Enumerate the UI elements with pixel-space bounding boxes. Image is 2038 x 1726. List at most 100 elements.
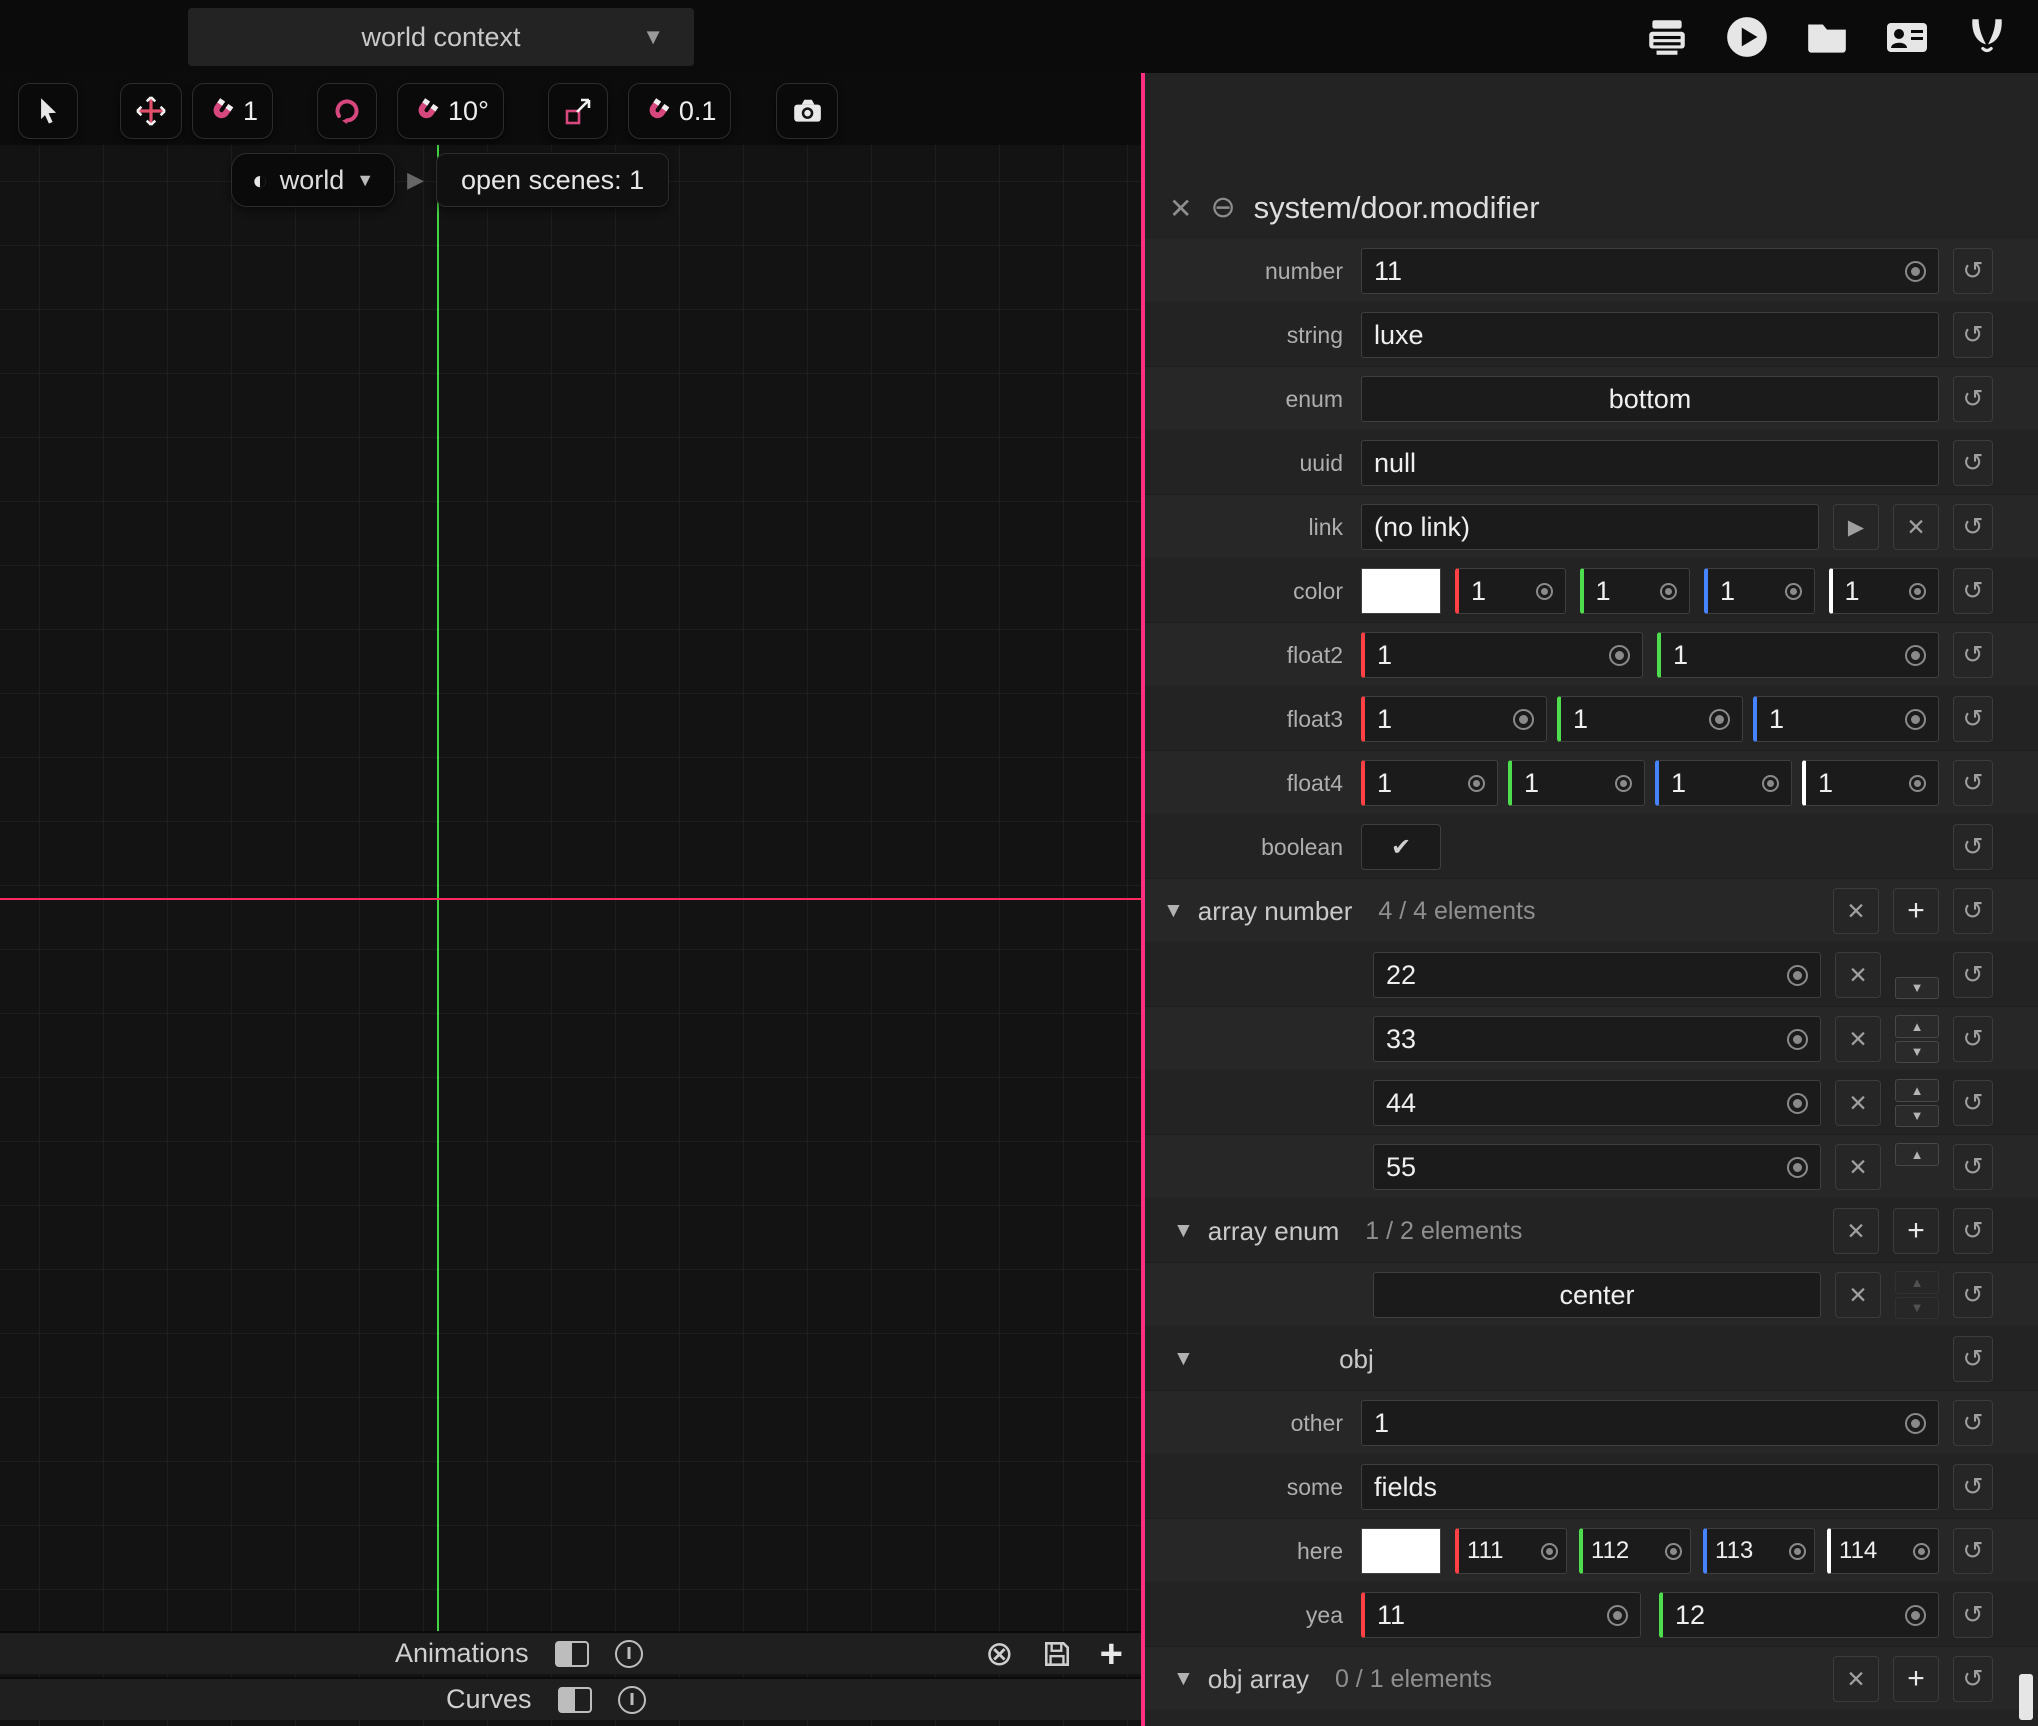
panel-dock-icon[interactable]	[558, 1687, 592, 1713]
reset-button[interactable]	[1953, 1592, 1993, 1638]
panel-splitter[interactable]	[1141, 73, 1145, 1726]
drag-dial-icon[interactable]	[1909, 583, 1926, 600]
contacts-card-icon[interactable]	[1882, 12, 1932, 62]
reset-button[interactable]	[1953, 952, 1993, 998]
drag-dial-icon[interactable]	[1607, 1605, 1628, 1626]
color-swatch[interactable]	[1361, 568, 1441, 614]
enum-select[interactable]: bottom	[1361, 376, 1939, 422]
scale-tool-button[interactable]	[548, 83, 608, 139]
remove-element-button[interactable]	[1835, 1144, 1881, 1190]
add-element-button[interactable]	[1893, 1208, 1939, 1254]
float4-w-input[interactable]: 1	[1802, 760, 1939, 806]
drag-dial-icon[interactable]	[1905, 1605, 1926, 1626]
array-item-input[interactable]: 55	[1373, 1144, 1821, 1190]
reset-button[interactable]	[1953, 824, 1993, 870]
move-up-icon[interactable]	[1895, 1079, 1939, 1102]
reset-button[interactable]	[1953, 888, 1993, 934]
camera-tool-button[interactable]	[776, 83, 838, 139]
collapse-triangle-icon[interactable]	[1173, 1347, 1194, 1371]
link-input[interactable]: (no link)	[1361, 504, 1819, 550]
add-element-button[interactable]	[1893, 888, 1939, 934]
color-g-input[interactable]: 1	[1580, 568, 1691, 614]
reset-button[interactable]	[1953, 504, 1993, 550]
reset-button[interactable]	[1953, 696, 1993, 742]
close-icon[interactable]: ✕	[1169, 192, 1192, 225]
snap-move-button[interactable]: 1	[192, 83, 273, 139]
drag-dial-icon[interactable]	[1787, 1157, 1808, 1178]
snap-scale-button[interactable]: 0.1	[628, 83, 732, 139]
drag-dial-icon[interactable]	[1909, 775, 1926, 792]
color-b-input[interactable]: 1	[1704, 568, 1815, 614]
float4-x-input[interactable]: 1	[1361, 760, 1498, 806]
scene-viewport[interactable]: 1 10° 0.1 ◐ world ▼ ▶ open scenes: 1	[0, 73, 1141, 1726]
remove-element-button[interactable]	[1835, 1016, 1881, 1062]
float2-y-input[interactable]: 1	[1657, 632, 1939, 678]
drag-dial-icon[interactable]	[1905, 1413, 1926, 1434]
move-up-icon[interactable]	[1895, 1271, 1939, 1294]
reset-button[interactable]	[1953, 376, 1993, 422]
panel-toggle-icon[interactable]	[615, 1640, 643, 1668]
reset-button[interactable]	[1953, 1400, 1993, 1446]
remove-element-button[interactable]	[1835, 1272, 1881, 1318]
remove-element-button[interactable]	[1835, 1080, 1881, 1126]
drag-dial-icon[interactable]	[1787, 1093, 1808, 1114]
move-tool-button[interactable]	[120, 83, 182, 139]
printer-icon[interactable]	[1642, 12, 1692, 62]
scene-context-dropdown[interactable]: ◐ world ▼	[231, 153, 395, 207]
reset-button[interactable]	[1953, 312, 1993, 358]
uuid-input[interactable]: null	[1361, 440, 1939, 486]
save-animation-icon[interactable]	[1042, 1639, 1072, 1669]
float3-z-input[interactable]: 1	[1753, 696, 1939, 742]
reset-button[interactable]	[1953, 1080, 1993, 1126]
reset-button[interactable]	[1953, 248, 1993, 294]
reset-button[interactable]	[1953, 1016, 1993, 1062]
world-context-dropdown[interactable]: world context ▼	[188, 8, 694, 66]
curves-panel-bar[interactable]: Curves	[0, 1677, 1141, 1720]
color-r-input[interactable]: 1	[1455, 568, 1566, 614]
array-item-input[interactable]: 44	[1373, 1080, 1821, 1126]
here-r-input[interactable]: 111	[1455, 1528, 1567, 1574]
panel-toggle-icon[interactable]	[618, 1686, 646, 1714]
collapse-triangle-icon[interactable]	[1163, 899, 1184, 923]
string-input[interactable]: luxe	[1361, 312, 1939, 358]
reset-button[interactable]	[1953, 1208, 1993, 1254]
drag-dial-icon[interactable]	[1762, 775, 1779, 792]
color-a-input[interactable]: 1	[1829, 568, 1940, 614]
remove-element-button[interactable]	[1835, 952, 1881, 998]
drag-dial-icon[interactable]	[1905, 261, 1926, 282]
some-input[interactable]: fields	[1361, 1464, 1939, 1510]
clear-array-button[interactable]	[1833, 888, 1879, 934]
remove-animation-icon[interactable]: ⊗	[985, 1637, 1014, 1671]
reset-button[interactable]	[1953, 568, 1993, 614]
drag-dial-icon[interactable]	[1709, 709, 1730, 730]
move-up-icon[interactable]	[1895, 1143, 1939, 1166]
drag-dial-icon[interactable]	[1905, 709, 1926, 730]
other-input[interactable]: 1	[1361, 1400, 1939, 1446]
number-input[interactable]: 11	[1361, 248, 1939, 294]
drag-dial-icon[interactable]	[1787, 1029, 1808, 1050]
drag-dial-icon[interactable]	[1513, 709, 1534, 730]
collapse-triangle-icon[interactable]	[1173, 1219, 1194, 1243]
yea-x-input[interactable]: 11	[1361, 1592, 1641, 1638]
reset-button[interactable]	[1953, 760, 1993, 806]
move-down-icon[interactable]	[1895, 1297, 1939, 1320]
drag-dial-icon[interactable]	[1905, 645, 1926, 666]
clear-array-button[interactable]	[1833, 1208, 1879, 1254]
float3-y-input[interactable]: 1	[1557, 696, 1743, 742]
here-a-input[interactable]: 114	[1827, 1528, 1939, 1574]
reset-button[interactable]	[1953, 1528, 1993, 1574]
reset-button[interactable]	[1953, 1144, 1993, 1190]
move-up-icon[interactable]	[1895, 1015, 1939, 1038]
here-b-input[interactable]: 113	[1703, 1528, 1815, 1574]
add-element-button[interactable]	[1893, 1656, 1939, 1702]
add-animation-icon[interactable]: +	[1100, 1634, 1123, 1674]
drag-dial-icon[interactable]	[1665, 1543, 1682, 1560]
collapse-icon[interactable]: ⊖	[1210, 193, 1235, 223]
boolean-checkbox[interactable]	[1361, 824, 1441, 870]
reset-button[interactable]	[1953, 1464, 1993, 1510]
drag-dial-icon[interactable]	[1785, 583, 1802, 600]
move-down-icon[interactable]	[1895, 977, 1939, 1000]
reset-button[interactable]	[1953, 1336, 1993, 1382]
goto-link-button[interactable]	[1833, 504, 1879, 550]
reset-button[interactable]	[1953, 632, 1993, 678]
